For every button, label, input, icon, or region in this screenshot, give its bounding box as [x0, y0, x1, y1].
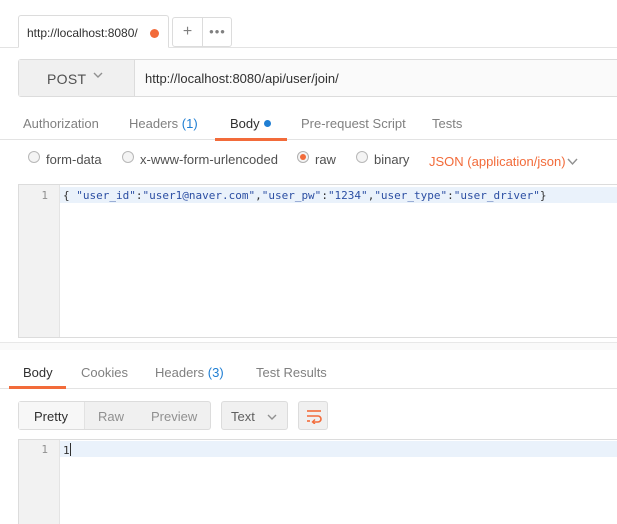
tab-label: Body: [230, 116, 260, 131]
response-body-editor[interactable]: 1 1: [18, 439, 617, 524]
radio-form-data[interactable]: [28, 151, 40, 163]
tab-strip: http://localhost:8080/ + •••: [0, 0, 617, 48]
tab-tests[interactable]: Tests: [432, 116, 462, 131]
request-tab[interactable]: http://localhost:8080/: [18, 15, 169, 48]
chevron-down-icon[interactable]: [566, 155, 579, 168]
active-line-highlight: [60, 441, 617, 457]
unsaved-dot-icon: [150, 29, 159, 38]
response-tab-cookies[interactable]: Cookies: [81, 365, 128, 380]
format-label: Text: [231, 409, 255, 424]
line-number: 1: [41, 189, 48, 202]
form-data-label[interactable]: form-data: [46, 152, 102, 167]
radio-urlencoded[interactable]: [122, 151, 134, 163]
response-body-code: 1: [63, 443, 71, 457]
wrap-lines-icon: [307, 410, 322, 424]
tab-body[interactable]: Body: [230, 116, 271, 131]
request-tabs: Authorization Headers (1) Body Pre-reque…: [0, 106, 617, 141]
editor-gutter: 1: [19, 440, 60, 524]
url-input[interactable]: http://localhost:8080/api/user/join/: [145, 71, 339, 86]
tab-authorization[interactable]: Authorization: [23, 116, 99, 131]
response-tabs: Body Cookies Headers (3) Test Results: [0, 355, 617, 389]
headers-count: (1): [181, 116, 198, 131]
json-comma: ,: [255, 189, 262, 202]
more-icon[interactable]: •••: [203, 23, 232, 41]
line-number: 1: [41, 443, 48, 456]
json-key: "user_type": [374, 189, 448, 202]
headers-count: (3): [207, 365, 224, 380]
text-cursor: [69, 443, 71, 456]
tab-pre-request-script[interactable]: Pre-request Script: [301, 116, 406, 131]
view-raw-button[interactable]: Raw: [98, 409, 124, 424]
urlencoded-label[interactable]: x-www-form-urlencoded: [140, 152, 278, 167]
active-tab-underline: [9, 386, 66, 389]
view-preview-button[interactable]: Preview: [151, 409, 197, 424]
json-value: "1234": [327, 189, 368, 202]
tab-actions: + •••: [172, 17, 232, 47]
brace-open: {: [63, 189, 77, 202]
request-body-editor[interactable]: 1 { "user_id": "user1@naver.com","user_pw…: [18, 184, 617, 338]
body-mode-options: form-data x-www-form-urlencoded raw bina…: [0, 146, 617, 174]
json-key: "user_pw": [261, 189, 322, 202]
plus-icon[interactable]: +: [173, 23, 202, 41]
tab-label: Test Results: [256, 365, 327, 380]
active-tab-underline: [215, 138, 287, 141]
brace-close: }: [539, 189, 547, 202]
response-content: 1: [63, 444, 70, 457]
response-tab-test-results[interactable]: Test Results: [256, 365, 327, 380]
content-type-select[interactable]: JSON (application/json): [429, 154, 566, 169]
format-select[interactable]: Text: [221, 401, 288, 430]
method-select[interactable]: POST: [19, 60, 135, 96]
radio-raw[interactable]: [297, 151, 309, 163]
wrap-lines-button[interactable]: [298, 401, 328, 430]
chevron-down-icon: [93, 72, 103, 78]
response-tab-headers[interactable]: Headers (3): [155, 365, 224, 380]
body-modified-dot-icon: [263, 120, 271, 127]
pane-splitter[interactable]: [0, 342, 617, 350]
raw-label[interactable]: raw: [315, 152, 336, 167]
tab-label: Pre-request Script: [301, 116, 406, 131]
tab-label: Body: [23, 365, 53, 380]
json-colon: :: [447, 189, 454, 202]
tab-label: Cookies: [81, 365, 128, 380]
url-bar: POST http://localhost:8080/api/user/join…: [18, 59, 617, 97]
tab-label: Tests: [432, 116, 463, 131]
tab-label: Headers: [129, 116, 179, 131]
tab-label: Authorization: [23, 116, 99, 131]
tab-headers[interactable]: Headers (1): [129, 116, 198, 131]
view-mode-segmented: Pretty Raw Preview: [18, 401, 211, 430]
json-value: "user_driver": [453, 189, 540, 202]
json-value: "user1@naver.com": [142, 189, 256, 202]
response-tab-body[interactable]: Body: [23, 365, 53, 380]
radio-binary[interactable]: [356, 151, 368, 163]
request-tab-title: http://localhost:8080/: [27, 26, 138, 40]
editor-gutter: 1: [19, 185, 60, 337]
method-label: POST: [47, 71, 87, 87]
request-body-code: { "user_id": "user1@naver.com","user_pw":…: [63, 189, 547, 202]
tab-label: Headers: [155, 365, 205, 380]
json-key: "user_id": [76, 189, 136, 202]
chevron-down-icon: [267, 414, 277, 420]
json-colon: :: [321, 189, 328, 202]
view-pretty-button[interactable]: Pretty: [34, 409, 68, 424]
binary-label[interactable]: binary: [374, 152, 409, 167]
